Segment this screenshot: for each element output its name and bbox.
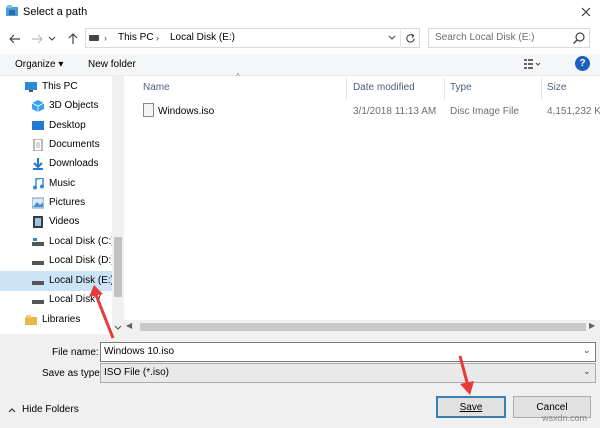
pictures-icon xyxy=(32,197,44,208)
nav-item-pictures[interactable]: Pictures xyxy=(24,193,119,212)
new-folder-button[interactable]: New folder xyxy=(88,59,136,70)
drive-icon xyxy=(89,35,99,41)
scroll-left-icon[interactable]: ◀ xyxy=(126,321,132,330)
title-bar xyxy=(0,0,600,24)
view-options-icon[interactable] xyxy=(524,58,540,70)
column-divider[interactable] xyxy=(346,78,347,100)
drive-icon xyxy=(32,237,44,246)
library-icon xyxy=(25,314,37,325)
address-dropdown-button[interactable] xyxy=(384,28,400,48)
arrow-left-icon xyxy=(9,34,20,44)
drive-icon xyxy=(32,260,44,265)
save-button[interactable]: Save xyxy=(436,396,506,418)
pc-icon xyxy=(25,81,37,92)
sort-ascending-icon: ^ xyxy=(236,72,240,81)
nav-item-label: Videos xyxy=(49,216,80,227)
nav-item-3d-objects[interactable]: 3D Objects xyxy=(24,96,119,115)
save-as-type-select[interactable] xyxy=(100,363,596,383)
nav-item-label: Libraries xyxy=(42,314,81,325)
horizontal-scrollbar-thumb[interactable] xyxy=(140,323,586,331)
scroll-right-icon[interactable]: ▶ xyxy=(589,321,595,330)
file-name-cell[interactable]: Windows.iso xyxy=(158,106,214,117)
annotation-arrow-icon xyxy=(458,355,474,395)
arrow-right-icon xyxy=(32,34,43,44)
nav-item-local-disk-c[interactable]: Local Disk (C:) xyxy=(24,232,119,251)
nav-item-label: Pictures xyxy=(49,197,86,208)
save-as-type-label: Save as type: xyxy=(42,368,103,379)
desktop-icon xyxy=(32,120,44,130)
forward-button[interactable] xyxy=(28,30,46,48)
folder-app-icon xyxy=(6,5,18,16)
nav-item-documents[interactable]: Documents xyxy=(24,135,119,154)
nav-item-label: Documents xyxy=(49,139,100,150)
chevron-up-icon xyxy=(8,407,16,412)
back-button[interactable] xyxy=(6,30,24,48)
file-name-label: File name: xyxy=(52,347,99,358)
save-as-type-value[interactable]: ISO File (*.iso) xyxy=(104,367,169,378)
breadcrumb-local-disk-e[interactable]: Local Disk (E:) xyxy=(170,32,235,43)
column-header-type[interactable]: Type xyxy=(450,82,472,93)
drive-icon xyxy=(32,280,44,285)
file-name-value[interactable]: Windows 10.iso xyxy=(104,346,174,357)
nav-item-this-pc[interactable]: This PC xyxy=(17,77,112,96)
organize-button[interactable]: Organize ▾ xyxy=(15,59,63,70)
close-button[interactable] xyxy=(574,1,598,23)
arrow-up-icon xyxy=(68,33,78,44)
download-icon xyxy=(33,157,43,170)
hide-folders-label: Hide Folders xyxy=(22,404,79,415)
nav-item-label: This PC xyxy=(42,81,78,92)
nav-item-label: Desktop xyxy=(49,120,86,131)
column-header-size[interactable]: Size xyxy=(547,82,566,93)
disc-image-file-icon xyxy=(143,103,154,117)
column-header-name[interactable]: Name xyxy=(143,82,170,93)
breadcrumb-this-pc[interactable]: This PC xyxy=(118,32,154,43)
drive-icon xyxy=(32,299,44,304)
videos-icon xyxy=(33,215,43,228)
nav-item-downloads[interactable]: Downloads xyxy=(24,154,119,173)
nav-item-local-disk-d[interactable]: Local Disk (D:) xyxy=(24,251,119,270)
search-placeholder: Search Local Disk (E:) xyxy=(435,32,535,43)
close-icon xyxy=(581,7,591,17)
nav-item-label: Downloads xyxy=(49,158,99,169)
file-name-field[interactable] xyxy=(100,342,596,362)
size-cell: 4,151,232 KB xyxy=(547,106,600,117)
documents-icon xyxy=(33,138,43,151)
nav-item-music[interactable]: Music xyxy=(24,174,119,193)
chevron-down-icon xyxy=(48,36,56,41)
hide-folders-button[interactable]: Hide Folders xyxy=(8,404,79,415)
column-divider[interactable] xyxy=(541,78,542,100)
recent-locations-button[interactable] xyxy=(46,30,58,48)
type-cell: Disc Image File xyxy=(450,106,519,117)
nav-item-label: 3D Objects xyxy=(49,100,99,111)
help-icon[interactable]: ? xyxy=(575,56,590,71)
watermark: wsxdn.com xyxy=(542,413,588,423)
chevron-right-icon[interactable]: › xyxy=(104,33,107,43)
nav-item-desktop[interactable]: Desktop xyxy=(24,116,119,135)
up-button[interactable] xyxy=(64,30,82,48)
nav-item-label: Music xyxy=(49,178,76,189)
music-icon xyxy=(33,177,44,189)
refresh-button[interactable] xyxy=(400,28,420,48)
annotation-arrow-icon xyxy=(89,285,115,339)
chevron-down-icon[interactable]: ⌄ xyxy=(583,345,591,356)
column-divider[interactable] xyxy=(444,78,445,100)
column-header-date-modified[interactable]: Date modified xyxy=(353,82,415,93)
chevron-down-icon xyxy=(388,35,396,40)
nav-item-videos[interactable]: Videos xyxy=(24,212,119,231)
nav-item-label: Local Disk (D:) xyxy=(49,255,115,266)
chevron-right-icon[interactable]: › xyxy=(156,33,159,43)
cube-icon xyxy=(32,99,44,112)
date-modified-cell: 3/1/2018 11:13 AM xyxy=(353,106,437,117)
window-title: Select a path xyxy=(23,6,88,18)
chevron-down-icon[interactable]: ⌄ xyxy=(583,366,591,377)
refresh-icon xyxy=(406,32,415,43)
search-icon[interactable] xyxy=(572,31,586,45)
nav-item-label: Local Disk (C:) xyxy=(49,236,115,247)
